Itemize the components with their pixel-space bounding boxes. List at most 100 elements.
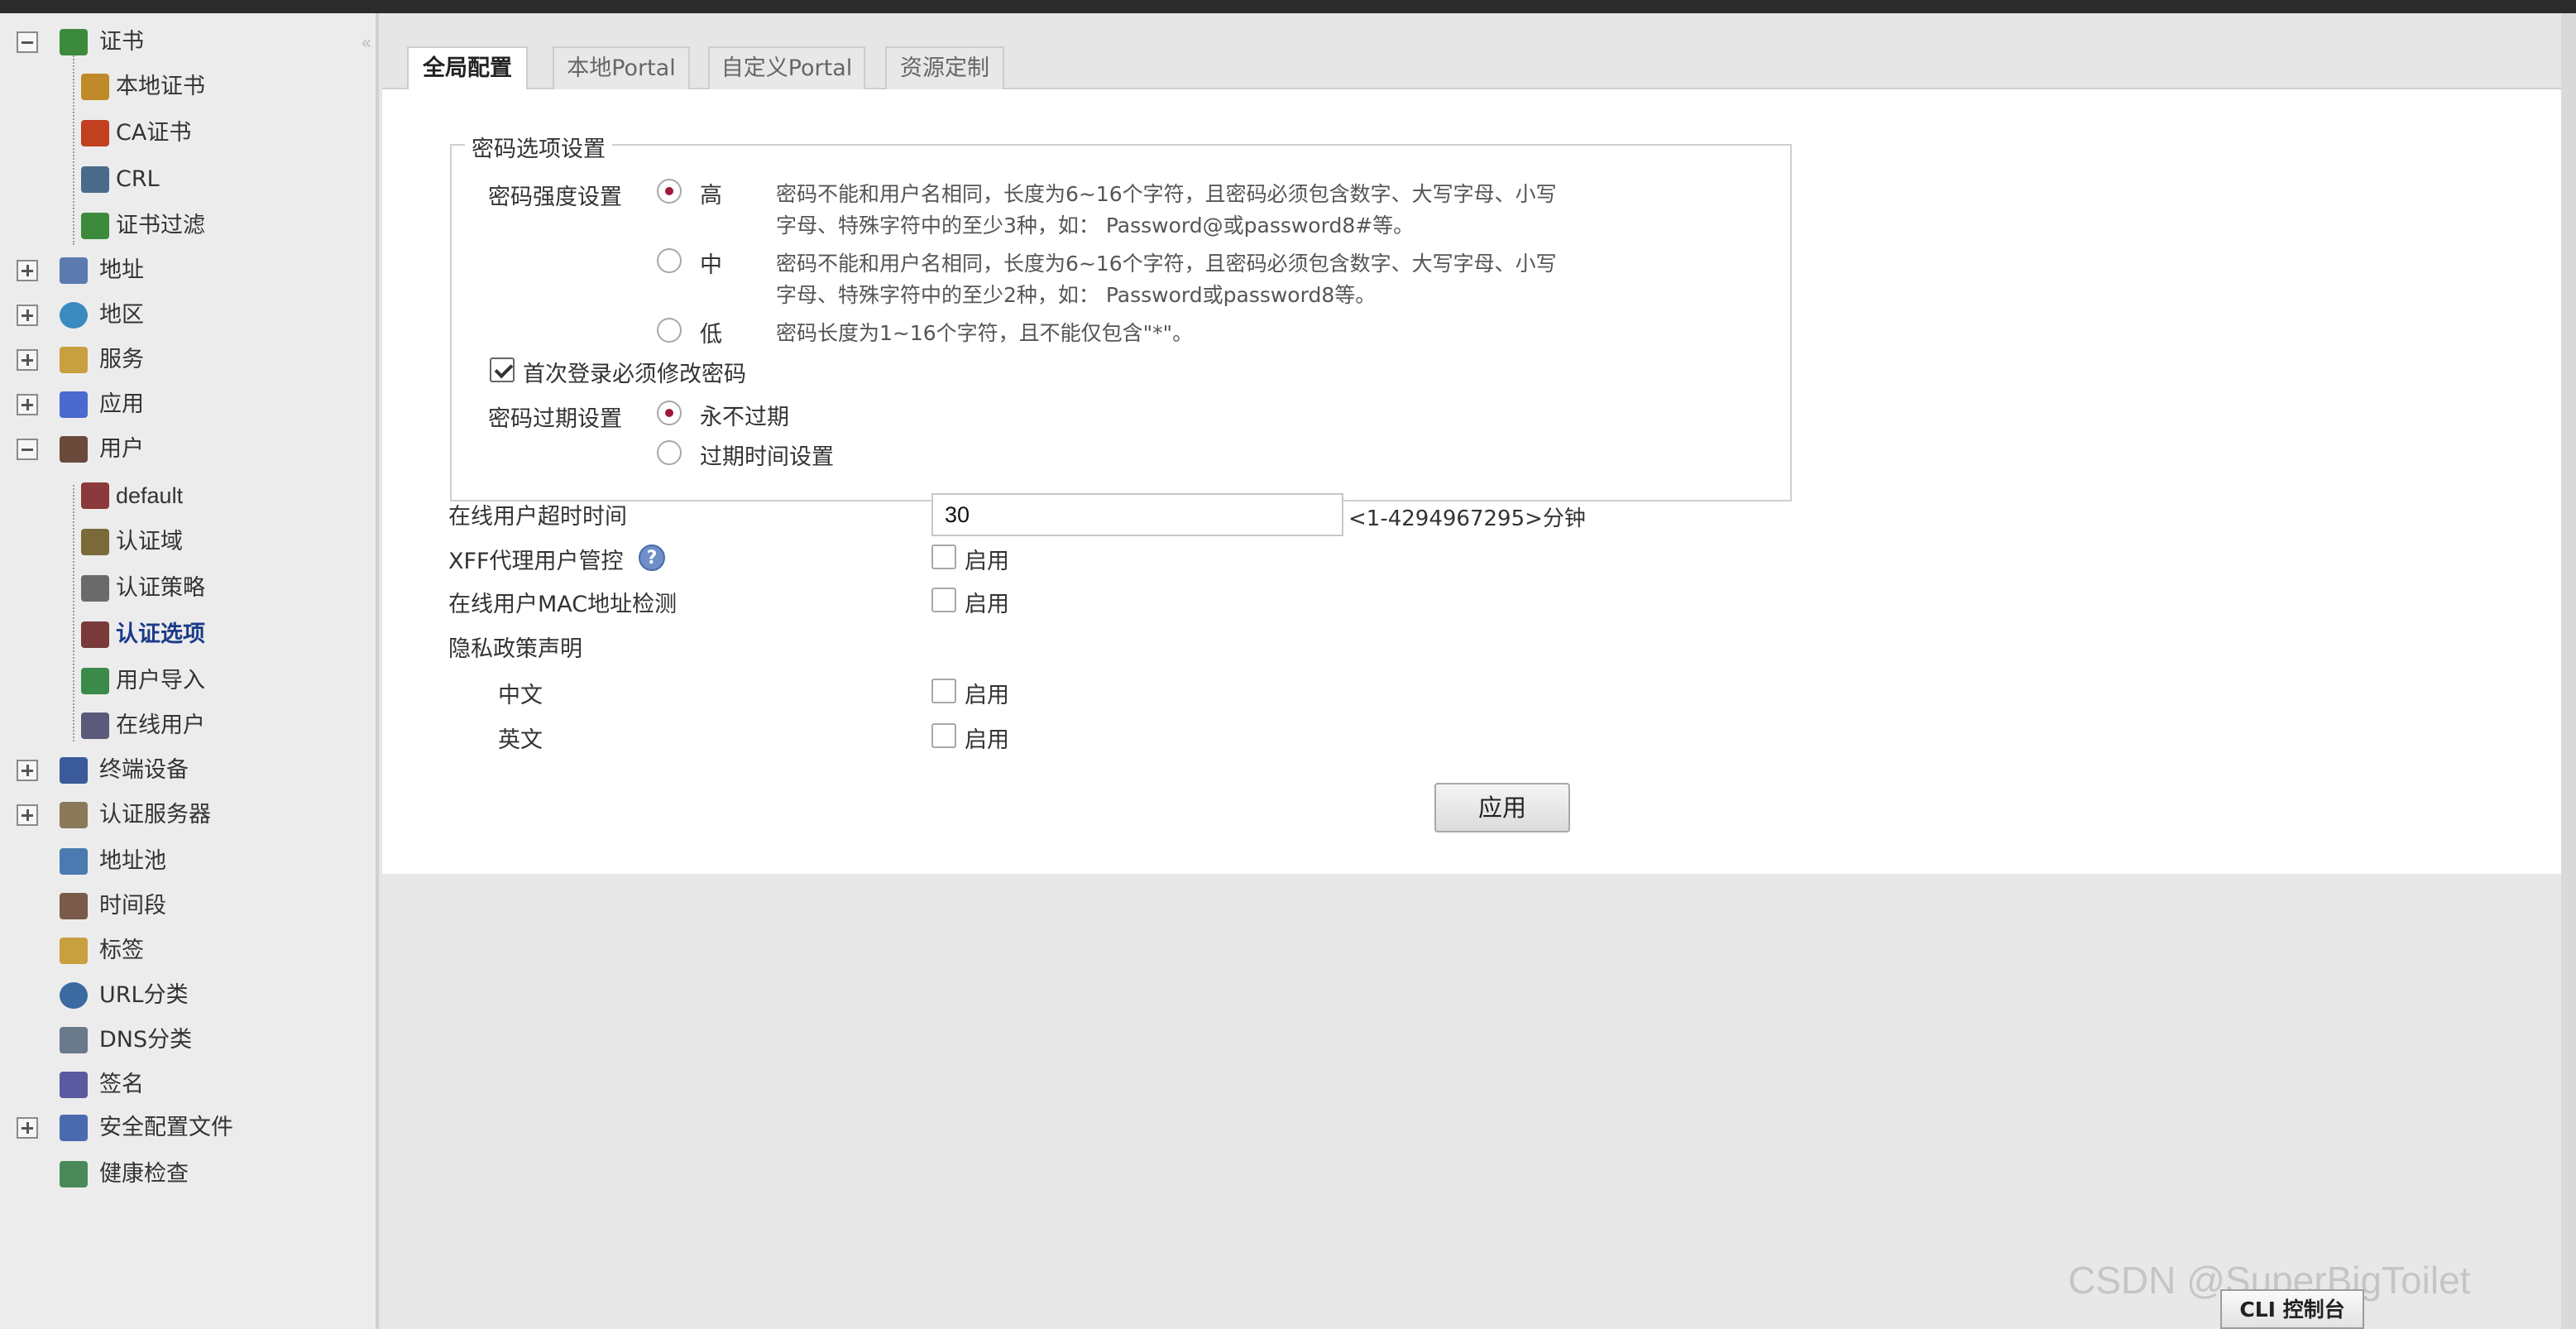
tree-item-label: URL分类 bbox=[99, 982, 189, 1008]
collapse-icon[interactable] bbox=[17, 31, 38, 53]
first-login-checkbox[interactable] bbox=[490, 357, 515, 382]
tree-item-terminal-device[interactable]: 终端设备 bbox=[0, 753, 379, 788]
strength-high-desc: 字母、特殊字符中的至少3种，如： Password@或password8#等。 bbox=[776, 214, 1415, 237]
address-pool-icon bbox=[60, 848, 88, 875]
tree-item-label: 证书 bbox=[99, 29, 144, 55]
tree-item-auth-domain[interactable]: 认证域 bbox=[0, 525, 379, 559]
mac-check-checkbox-label: 启用 bbox=[965, 592, 1009, 617]
online-timeout-range: <1-4294967295>分钟 bbox=[1348, 506, 1586, 531]
tree-item-user[interactable]: 用户 bbox=[0, 432, 379, 467]
tree-item-label: 地址池 bbox=[99, 848, 166, 874]
tree-item-label: 在线用户 bbox=[116, 712, 205, 738]
tree-connector bbox=[73, 485, 74, 741]
tree-item-crl[interactable]: CRL bbox=[0, 162, 379, 197]
user-icon bbox=[60, 436, 88, 463]
tree-item-label: 用户导入 bbox=[116, 668, 205, 693]
xff-label: XFF代理用户管控 bbox=[448, 549, 624, 574]
strength-high-radio[interactable] bbox=[657, 179, 682, 204]
right-scrollbar[interactable] bbox=[2561, 13, 2576, 1329]
strength-medium-radio[interactable] bbox=[657, 248, 682, 273]
expand-icon[interactable] bbox=[17, 760, 38, 781]
tree-item-region[interactable]: 地区 bbox=[0, 298, 379, 333]
tree-item-label: 时间段 bbox=[99, 893, 166, 919]
tab-local-portal[interactable]: 本地Portal bbox=[553, 46, 690, 89]
tree-item-dns-category[interactable]: DNS分类 bbox=[0, 1023, 379, 1058]
crl-icon bbox=[81, 166, 109, 193]
tree-item-ca-cert[interactable]: CA证书 bbox=[0, 116, 379, 151]
first-login-label: 首次登录必须修改密码 bbox=[523, 362, 746, 387]
online-timeout-input[interactable] bbox=[931, 493, 1343, 536]
privacy-english-checkbox[interactable] bbox=[931, 723, 956, 748]
xff-checkbox-label: 启用 bbox=[965, 549, 1009, 574]
address-icon bbox=[60, 257, 88, 284]
tree-item-application[interactable]: 应用 bbox=[0, 387, 379, 422]
sidebar-tree: « 证书 本地证书 CA证书 CRL 证书过滤 地址 地区 服务 应用 用户 d… bbox=[0, 13, 379, 1329]
tree-item-tag[interactable]: 标签 bbox=[0, 933, 379, 968]
signature-icon bbox=[60, 1072, 88, 1098]
privacy-english-label: 英文 bbox=[498, 727, 543, 753]
window-top-bar bbox=[0, 0, 2576, 13]
privacy-chinese-checkbox[interactable] bbox=[931, 679, 956, 703]
online-user-icon bbox=[81, 712, 109, 739]
never-expire-radio[interactable] bbox=[657, 401, 682, 425]
expand-icon[interactable] bbox=[17, 394, 38, 415]
privacy-label: 隐私政策声明 bbox=[448, 636, 582, 662]
tree-item-address-pool[interactable]: 地址池 bbox=[0, 844, 379, 879]
strength-low-radio[interactable] bbox=[657, 318, 682, 343]
tree-item-label: 服务 bbox=[99, 347, 144, 372]
health-check-icon bbox=[60, 1161, 88, 1187]
tree-item-label: 认证选项 bbox=[116, 621, 205, 647]
tree-item-auth-server[interactable]: 认证服务器 bbox=[0, 798, 379, 832]
tree-item-auth-options[interactable]: 认证选项 bbox=[0, 617, 379, 652]
tree-item-cert-filter[interactable]: 证书过滤 bbox=[0, 209, 379, 243]
tree-item-local-cert[interactable]: 本地证书 bbox=[0, 70, 379, 104]
auth-server-icon bbox=[60, 802, 88, 828]
tree-item-label: 认证策略 bbox=[116, 575, 205, 601]
tree-item-label: 地址 bbox=[99, 257, 144, 283]
tree-item-cert[interactable]: 证书 bbox=[0, 25, 379, 60]
tree-item-label: 地区 bbox=[99, 302, 144, 328]
local-cert-icon bbox=[81, 74, 109, 100]
expand-icon[interactable] bbox=[17, 1117, 38, 1139]
tree-item-security-profile[interactable]: 安全配置文件 bbox=[0, 1111, 379, 1145]
application-icon bbox=[60, 391, 88, 418]
tree-item-address[interactable]: 地址 bbox=[0, 253, 379, 288]
tree-item-auth-policy[interactable]: 认证策略 bbox=[0, 571, 379, 606]
tree-item-health-check[interactable]: 健康检查 bbox=[0, 1157, 379, 1192]
strength-low-desc: 密码长度为1~16个字符，且不能仅包含"*"。 bbox=[776, 321, 1194, 345]
tab-resource-custom[interactable]: 资源定制 bbox=[885, 46, 1004, 89]
strength-high-label: 高 bbox=[700, 183, 722, 209]
security-profile-icon bbox=[60, 1115, 88, 1141]
tree-item-url-category[interactable]: URL分类 bbox=[0, 978, 379, 1013]
tree-item-user-import[interactable]: 用户导入 bbox=[0, 664, 379, 698]
tree-item-label: 签名 bbox=[99, 1072, 144, 1097]
tree-item-online-user[interactable]: 在线用户 bbox=[0, 708, 379, 743]
cli-console-button[interactable]: CLI 控制台 bbox=[2220, 1289, 2364, 1329]
tree-item-schedule[interactable]: 时间段 bbox=[0, 889, 379, 924]
apply-button[interactable]: 应用 bbox=[1434, 783, 1570, 832]
expand-icon[interactable] bbox=[17, 305, 38, 326]
collapse-icon[interactable] bbox=[17, 439, 38, 460]
privacy-english-checkbox-label: 启用 bbox=[965, 727, 1009, 753]
mac-check-checkbox[interactable] bbox=[931, 588, 956, 612]
help-icon[interactable]: ? bbox=[639, 545, 665, 571]
tree-item-default[interactable]: default bbox=[0, 478, 379, 513]
tree-item-signature[interactable]: 签名 bbox=[0, 1068, 379, 1102]
dns-category-icon bbox=[60, 1027, 88, 1053]
tab-global-config[interactable]: 全局配置 bbox=[407, 46, 528, 91]
schedule-icon bbox=[60, 893, 88, 919]
xff-checkbox[interactable] bbox=[931, 545, 956, 569]
tab-bar: 全局配置 本地Portal 自定义Portal 资源定制 bbox=[382, 13, 2576, 91]
expand-icon[interactable] bbox=[17, 349, 38, 371]
expiry-time-radio[interactable] bbox=[657, 440, 682, 465]
certificate-icon bbox=[60, 29, 88, 55]
auth-options-icon bbox=[81, 621, 109, 648]
expand-icon[interactable] bbox=[17, 804, 38, 826]
tree-item-service[interactable]: 服务 bbox=[0, 343, 379, 377]
tree-item-label: 标签 bbox=[99, 938, 144, 963]
strength-high-desc: 密码不能和用户名相同，长度为6~16个字符，且密码必须包含数字、大写字母、小写 bbox=[776, 182, 1557, 206]
expand-icon[interactable] bbox=[17, 260, 38, 281]
tab-custom-portal[interactable]: 自定义Portal bbox=[708, 46, 865, 89]
tree-item-label: CA证书 bbox=[116, 120, 192, 146]
user-import-icon bbox=[81, 668, 109, 694]
